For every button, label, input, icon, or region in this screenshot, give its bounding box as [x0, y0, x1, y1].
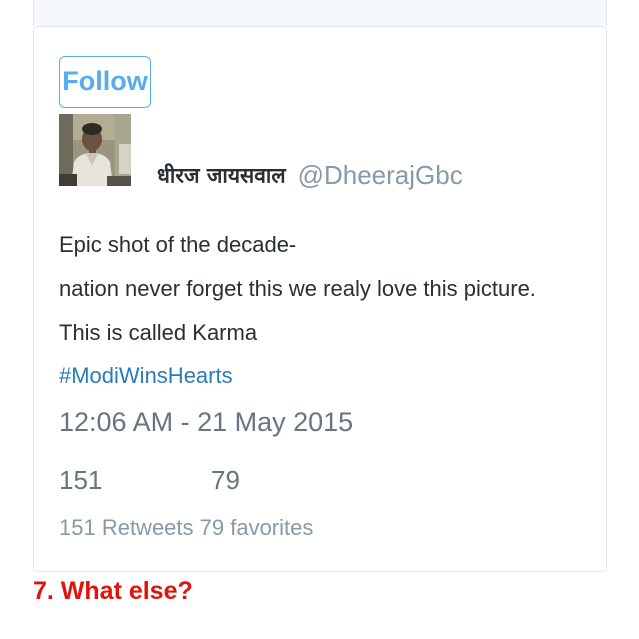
article-caption: 7. What else? — [33, 577, 193, 605]
tweet-text-line-3: This is called Karma — [59, 320, 258, 345]
embedded-tweet-card: Follow धीरज जायसवाल @DheerajGbc Epic shot… — [33, 26, 607, 572]
tweet-timestamp[interactable]: 12:06 AM - 21 May 2015 — [59, 407, 353, 438]
tweet-author[interactable]: धीरज जायसवाल @DheerajGbc — [157, 160, 463, 191]
engagement-stats: 151 Retweets 79 favorites — [59, 515, 314, 540]
tweet-text-line-2: nation never forget this we realy love t… — [59, 276, 536, 301]
favorite-count[interactable]: 79 — [211, 465, 240, 496]
avatar[interactable] — [59, 114, 131, 186]
avatar-photo — [59, 114, 131, 186]
author-handle[interactable]: @DheerajGbc — [298, 160, 463, 190]
page: Follow धीरज जायसवाल @DheerajGbc Epic shot… — [0, 0, 639, 639]
follow-button[interactable]: Follow — [59, 56, 151, 108]
author-name[interactable]: धीरज जायसवाल — [157, 164, 286, 188]
previous-card-edge — [33, 0, 607, 26]
retweet-count[interactable]: 151 — [59, 465, 102, 496]
hashtag-link[interactable]: #ModiWinsHearts — [59, 363, 233, 389]
tweet-text-line-1: Epic shot of the decade- — [59, 232, 297, 257]
